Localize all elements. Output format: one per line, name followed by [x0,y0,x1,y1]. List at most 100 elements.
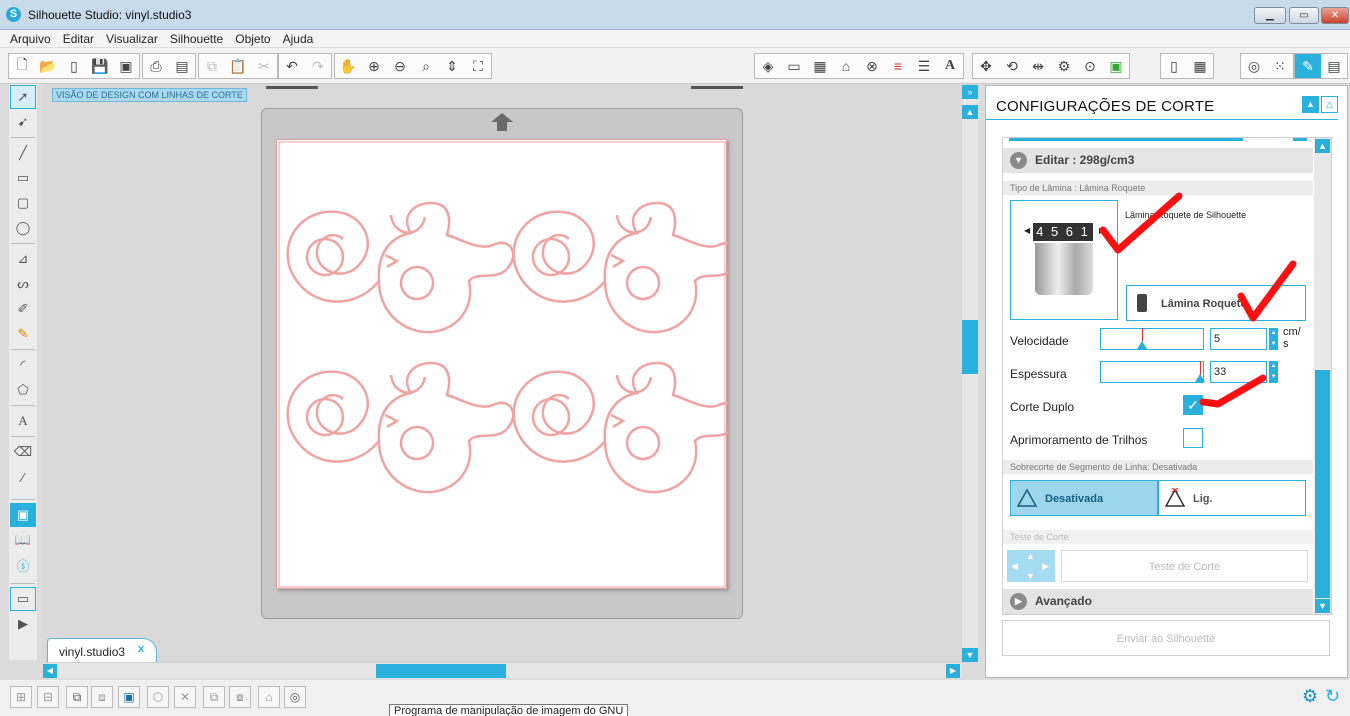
panel-expand-icon[interactable]: △ [1321,96,1338,113]
minimize-button[interactable]: ▁ [1254,7,1286,24]
canvas-vertical-scrollbar[interactable]: » ▲ ▼ [962,85,978,662]
make-compound-icon[interactable]: ⧉ [66,686,88,708]
scroll-left-icon[interactable]: ◀ [43,664,57,678]
send-to-silhouette-icon[interactable]: ▤ [169,54,195,78]
menu-arquivo[interactable]: Arquivo [0,30,57,48]
redo-icon[interactable]: ↷ [305,54,331,78]
knife-tool-icon[interactable]: ∕ [10,465,36,489]
transform-icon[interactable]: ✥ [973,54,999,78]
horizontal-scroll-thumb[interactable] [376,664,506,678]
zoom-select-icon[interactable]: ⌕ [413,54,439,78]
fit-page-icon[interactable]: ⛶ [465,54,491,78]
arc-tool-icon[interactable]: ◜ [10,353,36,377]
tab-vinyl-studio3[interactable]: vinyl.studio3 x [47,638,157,662]
open-icon[interactable]: 📂 [35,54,61,78]
sync-icon[interactable]: ↻ [1325,686,1340,707]
rounded-rectangle-tool-icon[interactable]: ▢ [10,191,36,215]
canvas-horizontal-scrollbar[interactable]: ◀ ▶ [43,662,962,678]
menu-silhouette[interactable]: Silhouette [164,30,229,48]
print-icon[interactable]: ⎙ [143,54,169,78]
group-icon[interactable]: ⊞ [10,686,32,708]
weld-icon[interactable]: ⬡ [147,686,169,708]
pattern-icon[interactable]: ⌂ [833,54,859,78]
line-color-icon[interactable]: ≡ [885,54,911,78]
fill-color-icon[interactable]: ◈ [755,54,781,78]
zoom-drag-icon[interactable]: ⇕ [439,54,465,78]
eraser-tool-icon[interactable]: ⌫ [10,440,36,464]
select-tool-icon[interactable]: ➚ [10,85,36,109]
smooth-freehand-tool-icon[interactable]: ✎ [10,322,36,346]
fill-icon[interactable]: ⊗ [859,54,885,78]
menu-editar[interactable]: Editar [57,30,100,48]
send-to-silhouette-button[interactable]: Enviar ao Silhouette [1002,620,1330,656]
panel-tools-e: ✎ ▤ [1294,53,1348,79]
scroll-up-icon[interactable]: ▲ [962,105,978,119]
library-view-icon[interactable]: 📖 [10,528,36,552]
polygon-tool-icon[interactable]: ⊿ [10,247,36,271]
ellipse-tool-icon[interactable]: ◯ [10,216,36,240]
copy-icon[interactable]: ⧉ [199,54,225,78]
release-compound-icon[interactable]: ⧈ [91,686,113,708]
rotate-icon[interactable]: ⟲ [999,54,1025,78]
panel-minimize-icon[interactable]: ▲ [1302,96,1319,113]
menu-visualizar[interactable]: Visualizar [100,30,164,48]
collapse-panel-icon[interactable]: » [962,85,978,99]
grid-icon[interactable]: ▦ [807,54,833,78]
modify-icon[interactable]: ⊙ [1077,54,1103,78]
registration-icon[interactable]: ◎ [1241,54,1267,78]
trace-bottom-icon[interactable]: ⌂ [258,686,280,708]
panel-view-icon[interactable]: ▭ [10,587,36,611]
store-icon[interactable]: ⓢ [10,553,36,577]
zoom-in-icon[interactable]: ⊕ [361,54,387,78]
scroll-down-icon[interactable]: ▼ [962,648,978,662]
tab-close-icon[interactable]: x [138,643,144,655]
nest-icon[interactable]: ▦ [1187,54,1213,78]
delete-icon[interactable]: ✕ [174,686,196,708]
line-style-icon[interactable]: ☰ [911,54,937,78]
red-check-annotations [1099,192,1297,408]
save-icon[interactable]: 💾 [87,54,113,78]
undo-icon[interactable]: ↶ [279,54,305,78]
pixscan-icon[interactable]: ⁙ [1267,54,1293,78]
left-toolbar: ➚ ➹ ╱ ▭ ▢ ◯ ⊿ ᔕ ✐ ✎ ◜ ⬠ A ⌫ ∕ ▣ 📖 ⓢ ▭ ▶ [9,84,37,660]
rectangle-tool-icon[interactable]: ▭ [10,166,36,190]
scroll-right-icon[interactable]: ▶ [946,664,960,678]
ruler-marker-left [266,86,318,89]
trace-icon[interactable]: ▯ [1161,54,1187,78]
regular-polygon-tool-icon[interactable]: ⬠ [10,378,36,402]
ungroup-icon[interactable]: ⊟ [37,686,59,708]
design-page[interactable] [276,139,741,589]
paste-icon[interactable]: 📋 [225,54,251,78]
new-icon[interactable]: 🗋 [9,54,35,78]
point-edit-tool-icon[interactable]: ➹ [10,110,36,134]
replicate-bottom-icon[interactable]: ⧇ [229,686,251,708]
play-icon[interactable]: ▶ [10,612,36,636]
page-settings-icon[interactable]: ▭ [781,54,807,78]
main-toolbar: 🗋 📂 ▯ 💾 ▣ ⎙ ▤ ⧉ 📋 ✂ ↶ ↷ ✋ ⊕ ⊖ ⌕ ⇕ ⛶ ◈ ▭ … [0,48,1350,84]
pan-hand-icon[interactable]: ✋ [335,54,361,78]
close-button[interactable]: ✕ [1321,7,1349,24]
cut-icon[interactable]: ✂ [251,54,277,78]
text-tool-icon[interactable]: A [10,409,36,433]
offset-icon[interactable]: ▣ [1103,54,1129,78]
vertical-scroll-thumb[interactable] [962,320,978,374]
align-icon[interactable]: ⇹ [1025,54,1051,78]
cut-settings-icon[interactable]: ✎ [1295,54,1321,78]
save-library-icon[interactable]: ▣ [113,54,139,78]
menu-objeto[interactable]: Objeto [229,30,276,48]
duplicate-icon[interactable]: ⧉ [203,686,225,708]
zoom-out-icon[interactable]: ⊖ [387,54,413,78]
curve-tool-icon[interactable]: ᔕ [10,272,36,296]
maximize-button[interactable]: ▭ [1289,7,1319,24]
text-style-icon[interactable]: A [937,54,963,78]
send-cut-icon[interactable]: ▤ [1321,54,1347,78]
menu-ajuda[interactable]: Ajuda [277,30,320,48]
offset-bottom-icon[interactable]: ◎ [284,686,306,708]
bring-front-icon[interactable]: ▣ [118,686,140,708]
settings-gear-icon[interactable]: ⚙ [1302,686,1318,707]
line-tool-icon[interactable]: ╱ [10,141,36,165]
freehand-tool-icon[interactable]: ✐ [10,297,36,321]
design-view-icon[interactable]: ▣ [10,503,36,527]
library-icon[interactable]: ▯ [61,54,87,78]
replicate-icon[interactable]: ⚙ [1051,54,1077,78]
